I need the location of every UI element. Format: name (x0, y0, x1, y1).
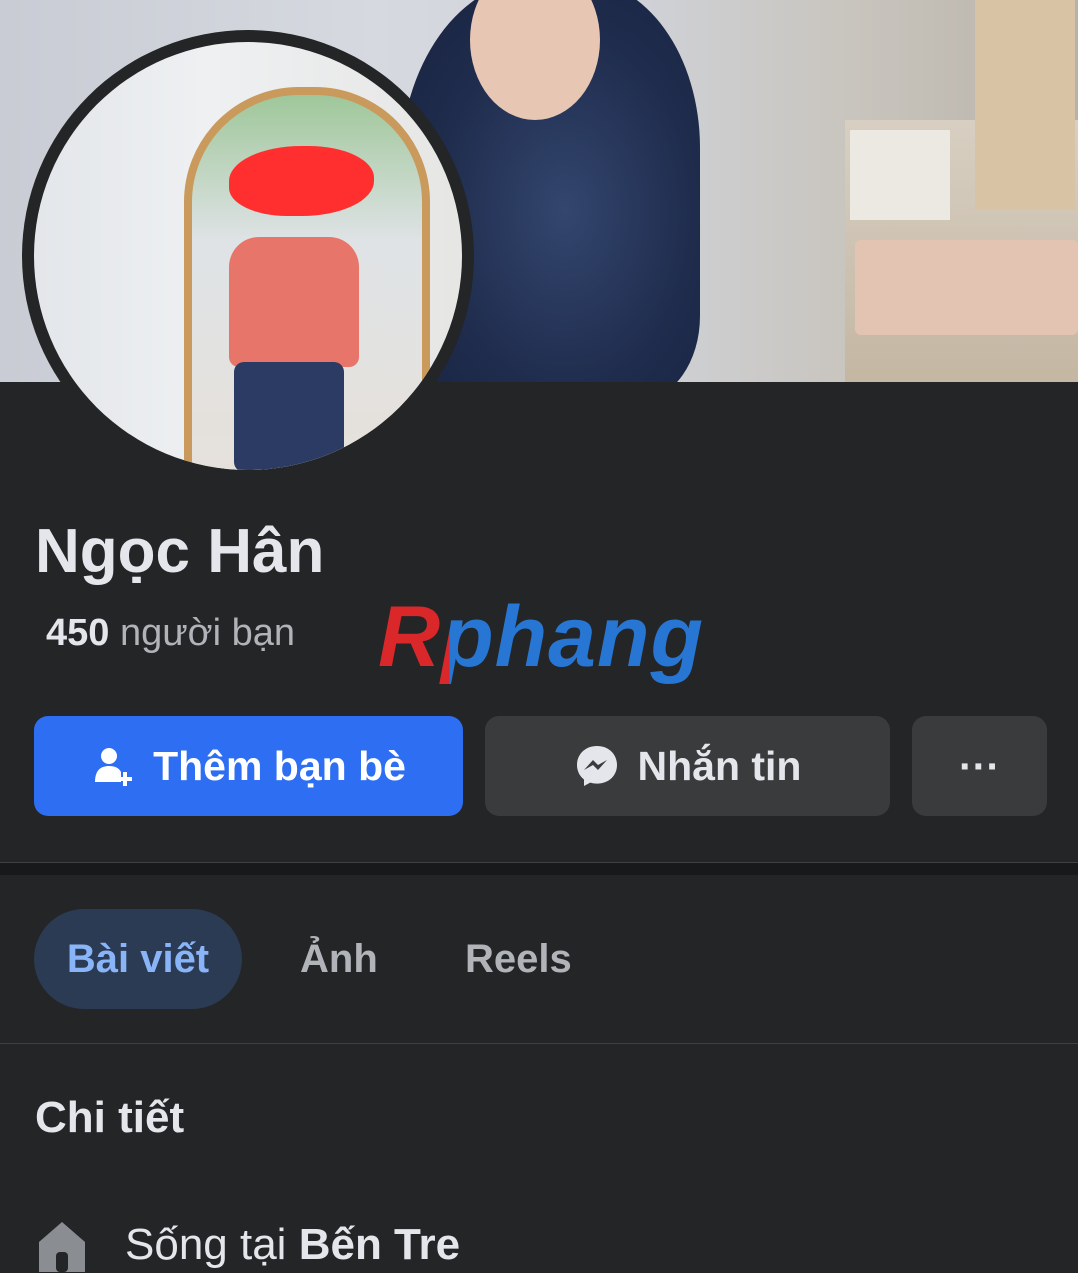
tab-label: Reels (465, 936, 572, 981)
profile-avatar[interactable] (34, 42, 462, 470)
home-icon (39, 1222, 85, 1272)
section-divider (0, 862, 1078, 875)
details-title: Chi tiết (35, 1093, 185, 1142)
tab-label: Ảnh (300, 936, 378, 981)
tab-label: Bài viết (66, 936, 210, 981)
tab-posts[interactable]: Bài viết (34, 909, 242, 1009)
add-person-icon (95, 748, 133, 786)
lives-in-prefix: Sống tại (125, 1220, 287, 1269)
lives-in-row[interactable]: Sống tại Bến Tre (35, 1218, 460, 1272)
add-friend-label: Thêm bạn bè (153, 742, 406, 789)
messenger-icon (576, 746, 617, 786)
more-icon: ··· (959, 742, 1000, 789)
profile-name: Ngọc Hân (35, 517, 325, 586)
cover-basket (855, 240, 1078, 335)
more-options-button[interactable]: ··· (912, 716, 1047, 816)
friends-number: 450 (46, 612, 110, 654)
watermark-logo: Rphang (378, 589, 705, 685)
avatar-person (229, 237, 359, 367)
friends-label: người bạn (119, 612, 295, 654)
message-button[interactable]: Nhắn tin (485, 716, 890, 816)
lives-in-text: Sống tại Bến Tre (125, 1220, 460, 1270)
tab-photos[interactable]: Ảnh (300, 909, 378, 1009)
lives-in-place: Bến Tre (298, 1220, 461, 1269)
add-friend-button[interactable]: Thêm bạn bè (34, 716, 463, 816)
cover-box (975, 0, 1075, 210)
tab-reels[interactable]: Reels (465, 909, 572, 1009)
message-label: Nhắn tin (637, 742, 802, 789)
friends-count[interactable]: 450 người bạn (46, 612, 295, 655)
avatar-person-jeans (234, 362, 344, 470)
face-redaction (229, 146, 374, 216)
cover-box (850, 130, 950, 220)
divider (0, 1043, 1078, 1044)
